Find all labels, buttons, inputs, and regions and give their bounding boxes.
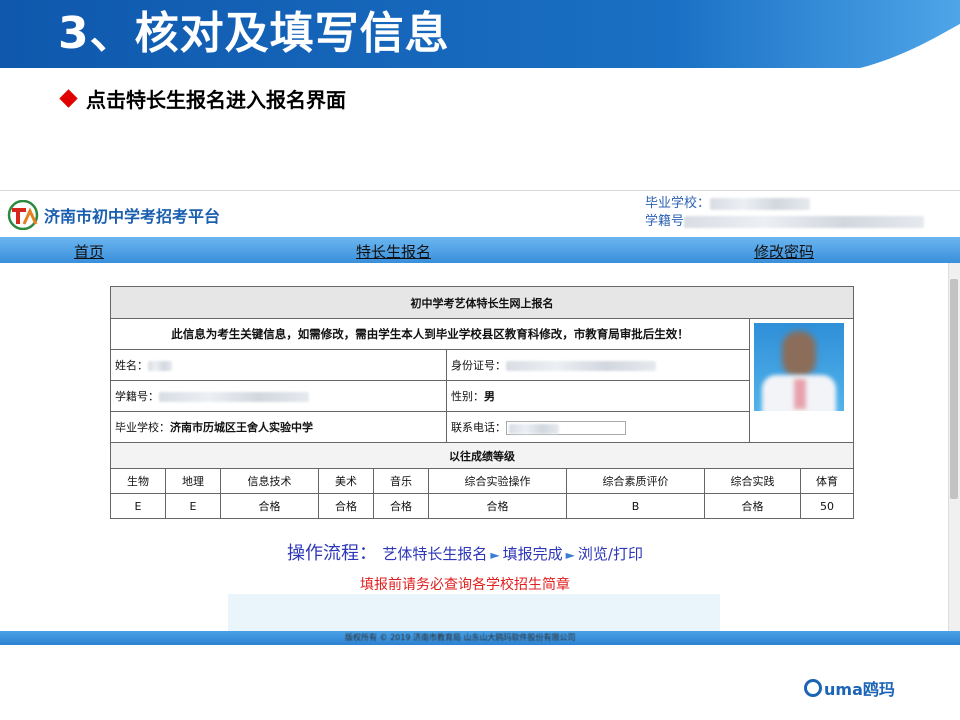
grade-value: 合格	[704, 493, 801, 519]
redacted-id	[684, 215, 925, 228]
lower-content-box	[228, 594, 720, 634]
site-footer: 版权所有 © 2019 济南市教育局 山东山大鸥玛软件股份有限公司	[0, 631, 960, 645]
flow-step-complete-link[interactable]: 填报完成	[503, 545, 563, 563]
footer-text: 版权所有 © 2019 济南市教育局 山东山大鸥玛软件股份有限公司	[345, 633, 576, 642]
grade-header: 信息技术	[220, 468, 319, 494]
grade-header: 音乐	[373, 468, 429, 494]
warning-text: 填报前请务必查询各学校招生简章	[360, 577, 570, 593]
user-info: 毕业学校： 学籍号	[645, 195, 925, 231]
operation-flow: 操作流程： 艺体特长生报名 ► 填报完成 ► 浏览/打印	[287, 539, 643, 565]
name-label: 姓名：	[115, 359, 148, 372]
redacted-phone	[509, 424, 559, 434]
flow-step-signup-link[interactable]: 艺体特长生报名	[382, 545, 487, 563]
school-value: 济南市历城区王舍人实验中学	[170, 421, 313, 434]
idcard-label: 身份证号：	[451, 359, 506, 372]
slide-title: 3、核对及填写信息	[58, 8, 450, 59]
flow-arrow-icon: ►	[565, 548, 575, 562]
grade-value: 合格	[428, 493, 567, 519]
slide-header-band: 3、核对及填写信息	[0, 0, 960, 68]
diamond-bullet-icon	[59, 88, 78, 108]
redacted-studentid	[159, 392, 309, 402]
phone-label: 联系电话：	[451, 421, 506, 434]
signup-form: 初中学考艺体特长生网上报名 此信息为考生关键信息，如需修改，需由学生本人到毕业学…	[110, 286, 854, 519]
ouma-logo-icon	[804, 679, 822, 697]
grades-header-row: 生物 地理 信息技术 美术 音乐 综合实验操作 综合素质评价 综合实践 体育	[110, 468, 854, 494]
grade-header: 综合实践	[704, 468, 801, 494]
form-notice: 此信息为考生关键信息，如需修改，需由学生本人到毕业学校县区教育科修改，市教育局审…	[110, 318, 750, 350]
grade-header: 综合实验操作	[428, 468, 567, 494]
gender-value: 男	[484, 390, 495, 403]
flow-step-print-link[interactable]: 浏览/打印	[578, 545, 643, 563]
nav-bar: 首页 特长生报名 修改密码	[0, 237, 960, 263]
name-cell: 姓名：	[110, 349, 447, 381]
grade-header: 地理	[165, 468, 221, 494]
grade-value: 合格	[220, 493, 319, 519]
user-id-label: 学籍号	[645, 214, 685, 229]
phone-input[interactable]	[506, 421, 626, 435]
studentid-label: 学籍号：	[115, 390, 159, 403]
nav-home-link[interactable]: 首页	[74, 241, 104, 262]
grades-title: 以往成绩等级	[110, 442, 854, 469]
idcard-cell: 身份证号：	[446, 349, 750, 381]
site-header: 济南市初中学考招考平台 毕业学校： 学籍号	[0, 191, 960, 237]
redacted-idcard	[506, 361, 656, 371]
grade-value: E	[110, 493, 166, 519]
redacted-name	[148, 361, 172, 371]
user-school-label: 毕业学校：	[645, 196, 711, 211]
flow-arrow-icon: ►	[490, 548, 500, 562]
redacted-school	[710, 197, 811, 210]
platform-logo-icon	[7, 200, 39, 230]
grade-header: 综合素质评价	[566, 468, 705, 494]
brand-text: uma鸥玛	[824, 680, 895, 699]
student-photo	[754, 323, 844, 411]
bullet-line: 点击特长生报名进入报名界面	[59, 84, 346, 112]
nav-signup-link[interactable]: 特长生报名	[356, 241, 431, 262]
grade-value: 合格	[318, 493, 374, 519]
form-title: 初中学考艺体特长生网上报名	[110, 286, 854, 319]
grade-value: E	[165, 493, 221, 519]
studentid-cell: 学籍号：	[110, 380, 447, 412]
school-label: 毕业学校：	[115, 421, 170, 434]
grade-header: 美术	[318, 468, 374, 494]
flow-label: 操作流程：	[287, 543, 377, 564]
phone-cell: 联系电话：	[446, 411, 750, 443]
photo-cell	[749, 318, 854, 443]
grades-value-row: E E 合格 合格 合格 合格 B 合格 50	[110, 493, 854, 519]
bullet-text: 点击特长生报名进入报名界面	[86, 87, 346, 112]
scrollbar-thumb[interactable]	[950, 279, 958, 499]
grade-value: B	[566, 493, 705, 519]
student-info-table: 初中学考艺体特长生网上报名 此信息为考生关键信息，如需修改，需由学生本人到毕业学…	[110, 286, 854, 443]
gender-label: 性别：	[451, 390, 484, 403]
grade-value: 合格	[373, 493, 429, 519]
embedded-screenshot: 济南市初中学考招考平台 毕业学校： 学籍号 首页 特长生报名 修改密码 初中学考…	[0, 190, 960, 645]
grade-header: 生物	[110, 468, 166, 494]
grade-header: 体育	[800, 468, 854, 494]
grades-table: 以往成绩等级 生物 地理 信息技术 美术 音乐 综合实验操作 综合素质评价 综合…	[110, 442, 854, 519]
grade-value: 50	[800, 493, 854, 519]
nav-password-link[interactable]: 修改密码	[754, 241, 814, 262]
ouma-brand-logo: uma鸥玛	[804, 676, 895, 700]
platform-name: 济南市初中学考招考平台	[44, 207, 221, 226]
gender-cell: 性别：男	[446, 380, 750, 412]
school-cell: 毕业学校：济南市历城区王舍人实验中学	[110, 411, 447, 443]
